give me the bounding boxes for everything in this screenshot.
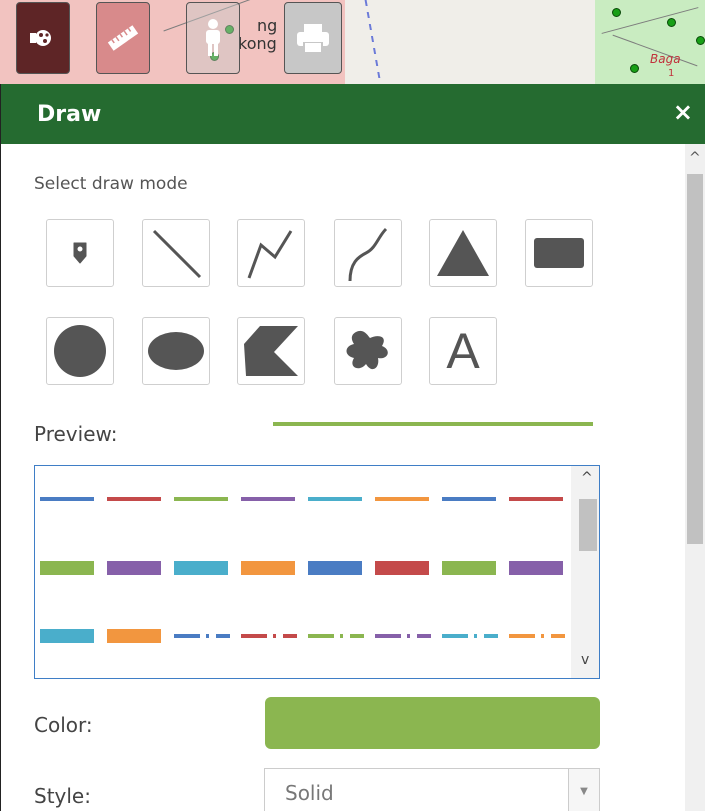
select-mode-label: Select draw mode — [34, 174, 188, 194]
polygon-icon — [244, 326, 298, 376]
line-style-swatch[interactable] — [40, 629, 94, 643]
panel-scroll-up-icon[interactable]: ^ — [689, 150, 701, 166]
style-label: Style: — [34, 784, 91, 808]
line-style-list[interactable]: ^ v — [34, 465, 600, 679]
draw-mode-line-button[interactable] — [142, 219, 210, 287]
line-style-swatch[interactable] — [174, 561, 228, 575]
panel-header: Draw × — [1, 84, 705, 144]
scroll-down-icon[interactable]: v — [581, 652, 589, 668]
panel-title: Draw — [37, 101, 102, 127]
draw-mode-freehand-line-button[interactable] — [334, 219, 402, 287]
scroll-thumb[interactable] — [579, 499, 597, 551]
line-style-swatch[interactable] — [509, 634, 565, 638]
line-style-swatch[interactable] — [174, 634, 230, 638]
line-style-swatch[interactable] — [308, 561, 362, 575]
map-label: kong — [238, 34, 277, 53]
draw-mode-point-button[interactable] — [46, 219, 114, 287]
draw-mode-freehand-polygon-button[interactable] — [334, 317, 402, 385]
line-style-swatch[interactable] — [241, 561, 295, 575]
draw-mode-circle-button[interactable] — [46, 317, 114, 385]
map-area-gray — [345, 0, 595, 84]
map-marker — [630, 64, 639, 73]
ruler-icon — [107, 25, 139, 51]
line-icon — [152, 229, 202, 279]
line-style-swatch[interactable] — [509, 497, 563, 501]
line-style-swatch[interactable] — [107, 629, 161, 643]
preview-line — [273, 422, 593, 426]
panel-content: Select draw mode A Preview: ^ v Color: S… — [1, 144, 685, 811]
freehand-line-icon — [348, 227, 388, 282]
circle-icon — [54, 325, 106, 377]
map-place-number: 1 — [668, 68, 675, 79]
panel-scroll-thumb[interactable] — [687, 174, 703, 544]
polyline-icon — [247, 230, 293, 279]
line-style-swatch[interactable] — [40, 561, 94, 575]
line-style-swatch[interactable] — [375, 561, 429, 575]
draw-mode-rectangle-button[interactable] — [525, 219, 593, 287]
color-picker[interactable] — [265, 697, 600, 749]
color-label: Color: — [34, 713, 93, 737]
scroll-up-icon[interactable]: ^ — [581, 470, 593, 486]
style-list-scrollbar[interactable]: ^ v — [571, 466, 599, 678]
ellipse-icon — [148, 332, 204, 370]
draw-mode-text-button[interactable]: A — [429, 317, 497, 385]
map-background[interactable]: ng kong Baga 1 — [0, 0, 705, 84]
streetview-tool-button[interactable] — [186, 2, 240, 74]
line-style-swatch[interactable] — [375, 497, 429, 501]
line-style-swatch[interactable] — [174, 497, 228, 501]
style-select[interactable]: Solid ▼ — [264, 768, 600, 811]
draw-panel: Draw × Select draw mode A Preview: ^ v C… — [0, 84, 705, 811]
style-select-value: Solid — [285, 781, 334, 805]
measure-tool-button[interactable] — [96, 2, 150, 74]
person-icon — [206, 19, 220, 56]
draw-tool-button[interactable] — [16, 2, 70, 74]
draw-icon — [30, 30, 51, 46]
print-tool-button[interactable] — [284, 2, 342, 74]
close-button[interactable]: × — [673, 100, 693, 124]
line-style-swatch[interactable] — [375, 634, 431, 638]
line-style-swatch[interactable] — [442, 634, 498, 638]
preview-label: Preview: — [34, 422, 118, 446]
line-style-swatch[interactable] — [509, 561, 563, 575]
line-style-swatch[interactable] — [308, 497, 362, 501]
line-style-swatch[interactable] — [442, 561, 496, 575]
line-style-swatch[interactable] — [308, 634, 364, 638]
line-style-swatch[interactable] — [442, 497, 496, 501]
rectangle-icon — [534, 238, 584, 268]
draw-mode-ellipse-button[interactable] — [142, 317, 210, 385]
draw-mode-polyline-button[interactable] — [237, 219, 305, 287]
map-place-label: Baga — [650, 52, 681, 66]
line-style-swatch[interactable] — [241, 634, 297, 638]
draw-mode-triangle-button[interactable] — [429, 219, 497, 287]
map-marker — [696, 36, 705, 45]
line-style-swatch[interactable] — [40, 497, 94, 501]
triangle-icon — [437, 230, 489, 276]
print-icon — [297, 24, 329, 52]
line-style-swatch[interactable] — [107, 497, 161, 501]
panel-scrollbar[interactable]: ^ — [685, 144, 705, 811]
chevron-down-icon[interactable]: ▼ — [568, 769, 599, 811]
line-style-swatch[interactable] — [241, 497, 295, 501]
text-icon: A — [446, 323, 480, 379]
map-label: ng — [257, 16, 278, 35]
map-marker — [667, 18, 676, 27]
line-style-swatch[interactable] — [107, 561, 161, 575]
map-marker — [612, 8, 621, 17]
freehand-polygon-icon — [346, 330, 388, 370]
point-marker-icon — [73, 242, 87, 264]
draw-mode-polygon-button[interactable] — [237, 317, 305, 385]
